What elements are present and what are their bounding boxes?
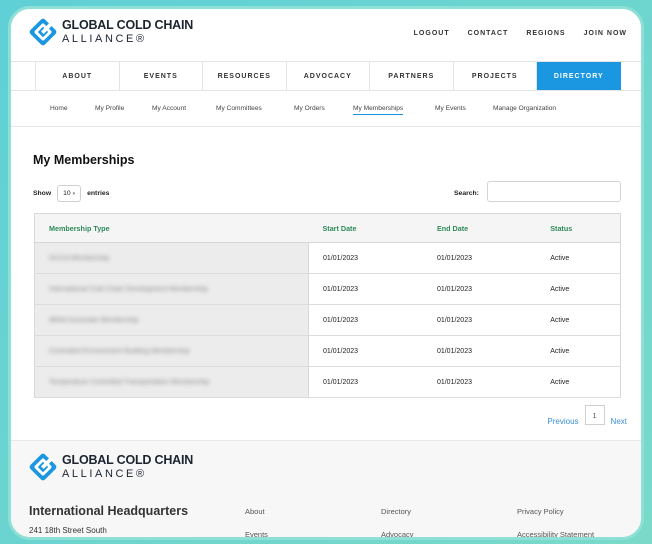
start-date-cell: 01/01/2023 — [308, 304, 423, 336]
footer-brand-line2: ALLIANCE® — [62, 467, 147, 480]
subnav-my-account[interactable]: My Account — [152, 105, 186, 112]
end-date-cell: 01/01/2023 — [422, 273, 537, 305]
nav-directory[interactable]: DIRECTORY — [537, 62, 621, 90]
footer-link-events[interactable]: Events — [245, 530, 268, 537]
nav-about[interactable]: ABOUT — [36, 62, 120, 90]
brand-name-line2: ALLIANCE® — [62, 32, 147, 45]
end-date-cell: 01/01/2023 — [422, 242, 537, 274]
previous-page-link[interactable]: Previous — [547, 417, 578, 426]
subnav-my-committees[interactable]: My Committees — [216, 105, 262, 112]
nav-partners[interactable]: PARTNERS — [370, 62, 454, 90]
col-end-date[interactable]: End Date — [422, 213, 537, 243]
footer-logo[interactable]: GLOBAL COLD CHAIN ALLIANCE® — [29, 453, 193, 481]
footer: GLOBAL COLD CHAIN ALLIANCE® Internationa… — [11, 440, 641, 537]
col-membership-type[interactable]: Membership Type — [34, 213, 309, 243]
brand-name-line1: GLOBAL COLD CHAIN — [62, 18, 194, 33]
entries-value: 10 — [63, 190, 71, 197]
table-row: IBWA Associate Membership 01/01/2023 01/… — [34, 304, 621, 336]
footer-link-directory[interactable]: Directory — [381, 507, 411, 516]
next-page-link[interactable]: Next — [611, 417, 627, 426]
search-label: Search: — [454, 190, 479, 197]
membership-type-cell: Temperature Controlled Transportation Me… — [34, 366, 309, 398]
footer-link-privacy-policy[interactable]: Privacy Policy — [517, 507, 564, 516]
status-cell: Active — [536, 335, 621, 367]
pagination: Previous 1 Next — [547, 405, 627, 431]
start-date-cell: 01/01/2023 — [308, 335, 423, 367]
footer-link-about[interactable]: About — [245, 507, 265, 516]
end-date-cell: 01/01/2023 — [422, 366, 537, 398]
subnav-my-memberships[interactable]: My Memberships — [353, 105, 404, 115]
footer-link-advocacy[interactable]: Advocacy — [381, 530, 414, 537]
table-row: International Cold Chain Development Mem… — [34, 273, 621, 305]
chevron-down-icon: ▾ — [72, 190, 76, 197]
table-row: GCCA Membership 01/01/2023 01/01/2023 Ac… — [34, 242, 621, 274]
top-links: LOGOUT CONTACT REGIONS JOIN NOW — [414, 30, 627, 37]
sub-nav: Home My Profile My Account My Committees… — [11, 91, 641, 127]
gcca-logo-icon — [29, 453, 57, 481]
col-status[interactable]: Status — [536, 213, 621, 243]
footer-link-accessibility-statement[interactable]: Accessibility Statement — [517, 530, 594, 537]
page-title: My Memberships — [33, 153, 135, 167]
membership-type-text: Temperature Controlled Transportation Me… — [49, 378, 210, 386]
gcca-logo[interactable]: GLOBAL COLD CHAIN ALLIANCE® — [29, 18, 193, 46]
join-now-link[interactable]: JOIN NOW — [584, 30, 627, 37]
gcca-logo-icon — [29, 18, 57, 46]
hq-address: 241 18th Street South — [29, 526, 107, 535]
membership-type-text: Controlled Environment Building Membersh… — [49, 347, 190, 355]
start-date-cell: 01/01/2023 — [308, 366, 423, 398]
subnav-manage-organization[interactable]: Manage Organization — [493, 105, 556, 112]
main-nav: ABOUT EVENTS RESOURCES ADVOCACY PARTNERS… — [11, 61, 641, 91]
header: GLOBAL COLD CHAIN ALLIANCE® LOGOUT CONTA… — [11, 9, 641, 61]
contact-link[interactable]: CONTACT — [468, 30, 509, 37]
search-input[interactable] — [487, 181, 621, 202]
memberships-table: Membership Type Start Date End Date Stat… — [34, 213, 621, 398]
membership-type-cell: International Cold Chain Development Mem… — [34, 273, 309, 305]
page-frame: GLOBAL COLD CHAIN ALLIANCE® LOGOUT CONTA… — [8, 6, 644, 540]
start-date-cell: 01/01/2023 — [308, 242, 423, 274]
membership-type-cell: IBWA Associate Membership — [34, 304, 309, 336]
entries-control: Show 10 ▾ entries — [33, 185, 109, 202]
col-start-date[interactable]: Start Date — [308, 213, 423, 243]
entries-select[interactable]: 10 ▾ — [57, 185, 82, 202]
membership-type-text: International Cold Chain Development Mem… — [49, 285, 208, 293]
main-nav-spacer — [11, 62, 36, 90]
table-row: Temperature Controlled Transportation Me… — [34, 366, 621, 398]
membership-type-text: GCCA Membership — [49, 254, 110, 262]
subnav-my-orders[interactable]: My Orders — [294, 105, 325, 112]
membership-type-cell: GCCA Membership — [34, 242, 309, 274]
subnav-my-events[interactable]: My Events — [435, 105, 466, 112]
membership-type-cell: Controlled Environment Building Membersh… — [34, 335, 309, 367]
nav-resources[interactable]: RESOURCES — [203, 62, 287, 90]
nav-projects[interactable]: PROJECTS — [454, 62, 537, 90]
regions-link[interactable]: REGIONS — [526, 30, 565, 37]
start-date-cell: 01/01/2023 — [308, 273, 423, 305]
subnav-my-profile[interactable]: My Profile — [95, 105, 124, 112]
status-cell: Active — [536, 273, 621, 305]
logout-link[interactable]: LOGOUT — [414, 30, 450, 37]
nav-events[interactable]: EVENTS — [120, 62, 203, 90]
status-cell: Active — [536, 304, 621, 336]
hq-title: International Headquarters — [29, 504, 189, 518]
page-1-button[interactable]: 1 — [584, 405, 605, 425]
membership-type-text: IBWA Associate Membership — [49, 316, 139, 324]
table-row: Controlled Environment Building Membersh… — [34, 335, 621, 367]
footer-brand-line1: GLOBAL COLD CHAIN — [62, 453, 194, 468]
table-header-row: Membership Type Start Date End Date Stat… — [34, 213, 621, 243]
show-label: Show — [33, 190, 52, 197]
entries-label: entries — [87, 190, 110, 197]
end-date-cell: 01/01/2023 — [422, 304, 537, 336]
subnav-home[interactable]: Home — [50, 105, 68, 112]
end-date-cell: 01/01/2023 — [422, 335, 537, 367]
nav-advocacy[interactable]: ADVOCACY — [287, 62, 370, 90]
status-cell: Active — [536, 366, 621, 398]
status-cell: Active — [536, 242, 621, 274]
